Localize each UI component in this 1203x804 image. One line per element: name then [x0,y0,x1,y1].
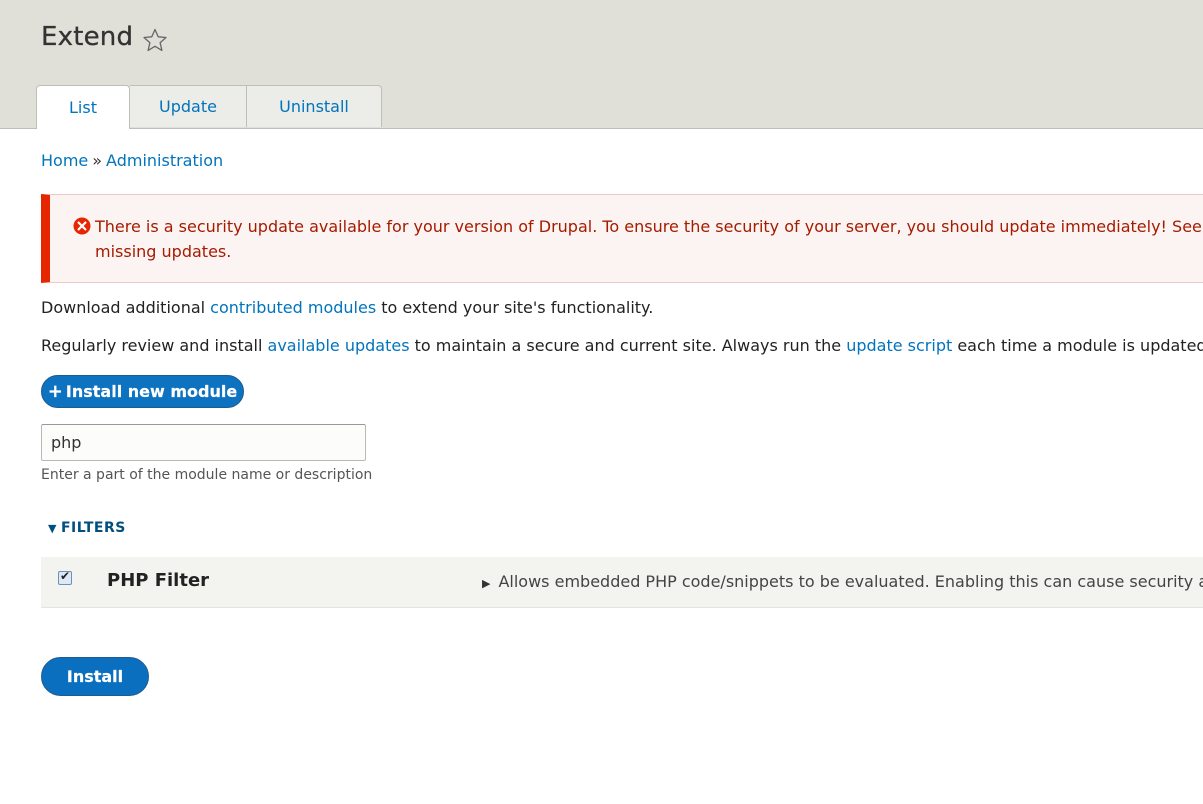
checkmark-icon: ✔ [60,569,71,583]
contributed-modules-link[interactable]: contributed modules [210,298,376,317]
intro-text: each time a module is updated. [952,336,1203,355]
intro-text: Regularly review and install [41,336,268,355]
intro-paragraph-contributed: Download additional contributed modules … [41,298,653,317]
update-script-link[interactable]: update script [846,336,952,355]
star-icon[interactable] [142,28,168,52]
install-new-module-label: Install new module [65,382,238,401]
primary-tabs: List Update Uninstall [36,85,382,129]
breadcrumb-administration-link[interactable]: Administration [106,151,223,170]
triangle-right-icon: ▶ [482,577,491,590]
tab-uninstall[interactable]: Uninstall [247,85,382,127]
module-name: PHP Filter [107,570,210,591]
filters-label: FILTERS [60,520,126,536]
intro-text: Download additional [41,298,211,317]
available-updates-link[interactable]: available updates [268,336,410,355]
breadcrumb: Home» Administration [41,151,223,170]
triangle-down-icon: ▼ [48,522,57,535]
tab-update[interactable]: Update [130,85,247,127]
error-message-text: There is a security update available for… [95,214,1203,264]
module-description: Allows embedded PHP code/snippets to be … [498,572,1203,591]
install-button[interactable]: Install [41,657,149,696]
error-message: There is a security update available for… [41,194,1203,283]
page-header: Extend List Update Uninstall [0,0,1203,129]
tab-list[interactable]: List [36,85,130,129]
breadcrumb-home-link[interactable]: Home [41,151,88,170]
error-message-line-1: There is a security update available for… [95,217,1203,236]
module-checkbox[interactable]: ✔ [58,569,72,585]
intro-paragraph-updates: Regularly review and install available u… [41,336,1203,355]
plus-icon: + [47,381,63,402]
intro-text: to maintain a secure and current site. A… [409,336,847,355]
breadcrumb-separator: » [92,151,103,170]
page-title: Extend [41,22,134,52]
filter-description: Enter a part of the module name or descr… [41,467,373,483]
filters-toggle[interactable]: ▼ FILTERS [48,520,126,536]
module-description-toggle[interactable]: ▶ Allows embedded PHP code/snippets to be… [482,572,1203,591]
module-filter-input[interactable] [41,424,366,461]
install-new-module-button[interactable]: + Install new module [41,375,244,408]
error-icon [73,217,91,235]
intro-text: to extend your site's functionality. [376,298,654,317]
missing-updates-link[interactable]: missing updates. [95,239,1203,264]
module-row: ✔ PHP Filter ▶ Allows embedded PHP code/s… [41,557,1203,608]
